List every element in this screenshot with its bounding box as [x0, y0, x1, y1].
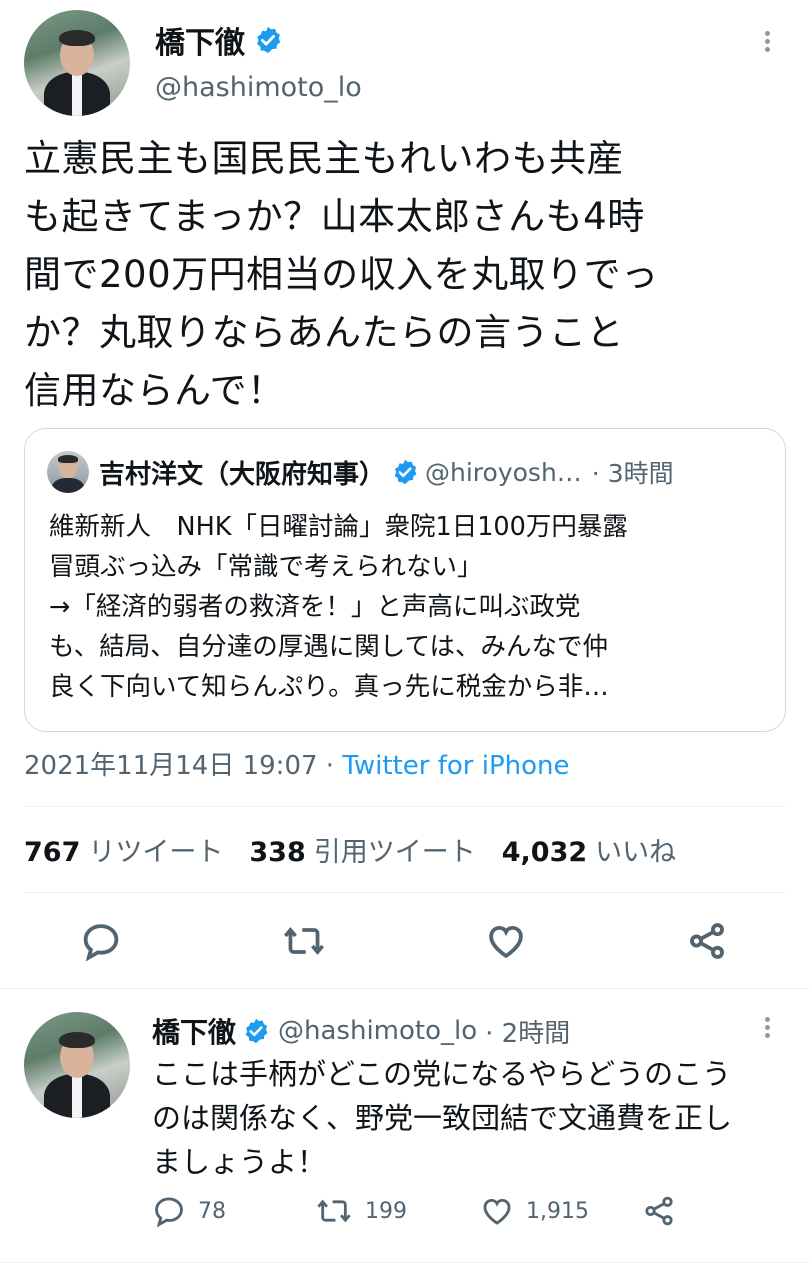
verified-badge-icon [257, 26, 281, 54]
reply-text-line: のは関係なく、野党一致団結で文通費を正し [152, 1101, 733, 1135]
reply-icon [83, 924, 119, 962]
author-handle[interactable]: @hashimoto_lo [155, 72, 362, 103]
quoted-text-line: 良く下向いて知らんぷり。真っ先に税金から非… [49, 672, 609, 702]
author-avatar[interactable] [24, 10, 130, 116]
share-button[interactable] [686, 920, 728, 962]
like-label: いいね [595, 837, 677, 868]
retweet-count: 767 [24, 837, 81, 868]
heart-icon [483, 1198, 511, 1225]
quoted-text-line: →「経済的弱者の救済を！」と声高に叫ぶ政党 [49, 592, 581, 622]
quote-label: 引用ツイート [313, 837, 476, 868]
avatar-hair [59, 30, 95, 46]
reply-retweet-button[interactable]: 199 [315, 1194, 407, 1228]
reply-button[interactable] [80, 920, 122, 962]
quoted-author-handle: @hiroyosh… [425, 457, 582, 487]
quoted-header: 吉村洋文（大阪府知事） @hiroyosh… · 3時間 [99, 451, 674, 493]
like-button[interactable] [485, 920, 527, 962]
reply-text-line: ここは手柄がどこの党になるやらどうのこう [152, 1057, 732, 1091]
more-dots-icon[interactable] [762, 1014, 772, 1041]
author-name[interactable]: 橋下徹 [155, 18, 245, 62]
more-dots-icon[interactable] [762, 28, 772, 55]
retweet-stat[interactable]: 767 リツイート [24, 837, 249, 868]
reply-author-avatar[interactable] [24, 1012, 130, 1118]
engagement-stats: 767 リツイート 338 引用ツイート 4,032 いいね [24, 830, 676, 869]
retweet-icon [317, 1199, 351, 1223]
reply-author-name[interactable]: 橋下徹 [152, 1011, 236, 1051]
avatar-shirt [72, 1074, 82, 1118]
quoted-text-line: 冒頭ぶっ込み「常識で考えられない」 [49, 552, 483, 582]
divider [0, 1262, 809, 1263]
avatar-shirt [72, 72, 82, 116]
retweet-button[interactable] [282, 920, 326, 962]
like-count: 4,032 [501, 837, 588, 868]
share-icon [645, 1196, 673, 1226]
tweet-text-line: も起きてまっか？山本太郎さんも4時 [24, 195, 645, 238]
quote-stat[interactable]: 338 引用ツイート [249, 837, 501, 868]
tweet-timestamp-row: 2021年11月14日 19:07 · Twitter for iPhone [24, 745, 570, 782]
tweet-text: 立憲民主も国民民主もれいわも共産 も起きてまっか？山本太郎さんも4時 間で200… [24, 130, 794, 420]
retweet-label: リツイート [88, 837, 224, 868]
reply-text: ここは手柄がどこの党になるやらどうのこう のは関係なく、野党一致団結で文通費を正… [152, 1052, 792, 1184]
tweet-text-line: 間で200万円相当の収入を丸取りでっ [24, 253, 659, 296]
quoted-author-avatar [47, 451, 89, 493]
quoted-text-line: 維新新人 NHK「日曜討論」衆院1日100万円暴露 [49, 512, 628, 542]
reply-retweet-count: 199 [365, 1198, 407, 1224]
quoted-tweet-time: · 3時間 [591, 459, 674, 488]
reply-icon [155, 1197, 183, 1228]
heart-icon [489, 925, 523, 959]
quoted-tweet-card[interactable]: 吉村洋文（大阪府知事） @hiroyosh… · 3時間 維新新人 NHK「日曜… [24, 428, 786, 732]
divider [24, 806, 785, 807]
reply-count: 78 [198, 1198, 226, 1224]
tweet-source-link[interactable]: Twitter for iPhone [342, 751, 569, 781]
quoted-text-line: も、結局、自分達の厚遇に関しては、みんなで仲 [49, 632, 608, 662]
like-stat[interactable]: 4,032 いいね [502, 837, 676, 868]
reply-text-line: ましょうよ！ [152, 1145, 327, 1179]
tweet-text-line: 信用ならんで！ [24, 369, 285, 412]
quoted-author-name: 吉村洋文（大阪府知事） [99, 459, 386, 490]
reply-reply-button[interactable]: 78 [152, 1194, 226, 1228]
tweet-text-line: か？丸取りならあんたらの言うこと [24, 311, 624, 354]
share-icon [690, 923, 724, 959]
tweet-timestamp[interactable]: 2021年11月14日 19:07 · [24, 751, 342, 781]
reply-author-handle[interactable]: @hashimoto_lo [278, 1016, 477, 1046]
reply-time: · 2時間 [485, 1018, 571, 1049]
reply-like-count: 1,915 [526, 1198, 589, 1224]
avatar-hair [59, 1032, 95, 1048]
quoted-tweet-text: 維新新人 NHK「日曜討論」衆院1日100万円暴露 冒頭ぶっ込み「常識で考えられ… [49, 507, 771, 707]
reply-share-button[interactable] [642, 1194, 688, 1228]
author-name-row: 橋下徹 [155, 18, 283, 62]
reply-header: 橋下徹 @hashimoto_lo · 2時間 [152, 1010, 570, 1052]
quote-count: 338 [249, 837, 306, 868]
divider [0, 988, 809, 989]
divider [24, 892, 785, 893]
verified-badge-icon [394, 459, 417, 485]
reply-like-button[interactable]: 1,915 [480, 1194, 589, 1228]
tweet-text-line: 立憲民主も国民民主もれいわも共産 [24, 137, 624, 180]
retweet-icon [283, 927, 325, 955]
verified-badge-icon [245, 1018, 268, 1044]
